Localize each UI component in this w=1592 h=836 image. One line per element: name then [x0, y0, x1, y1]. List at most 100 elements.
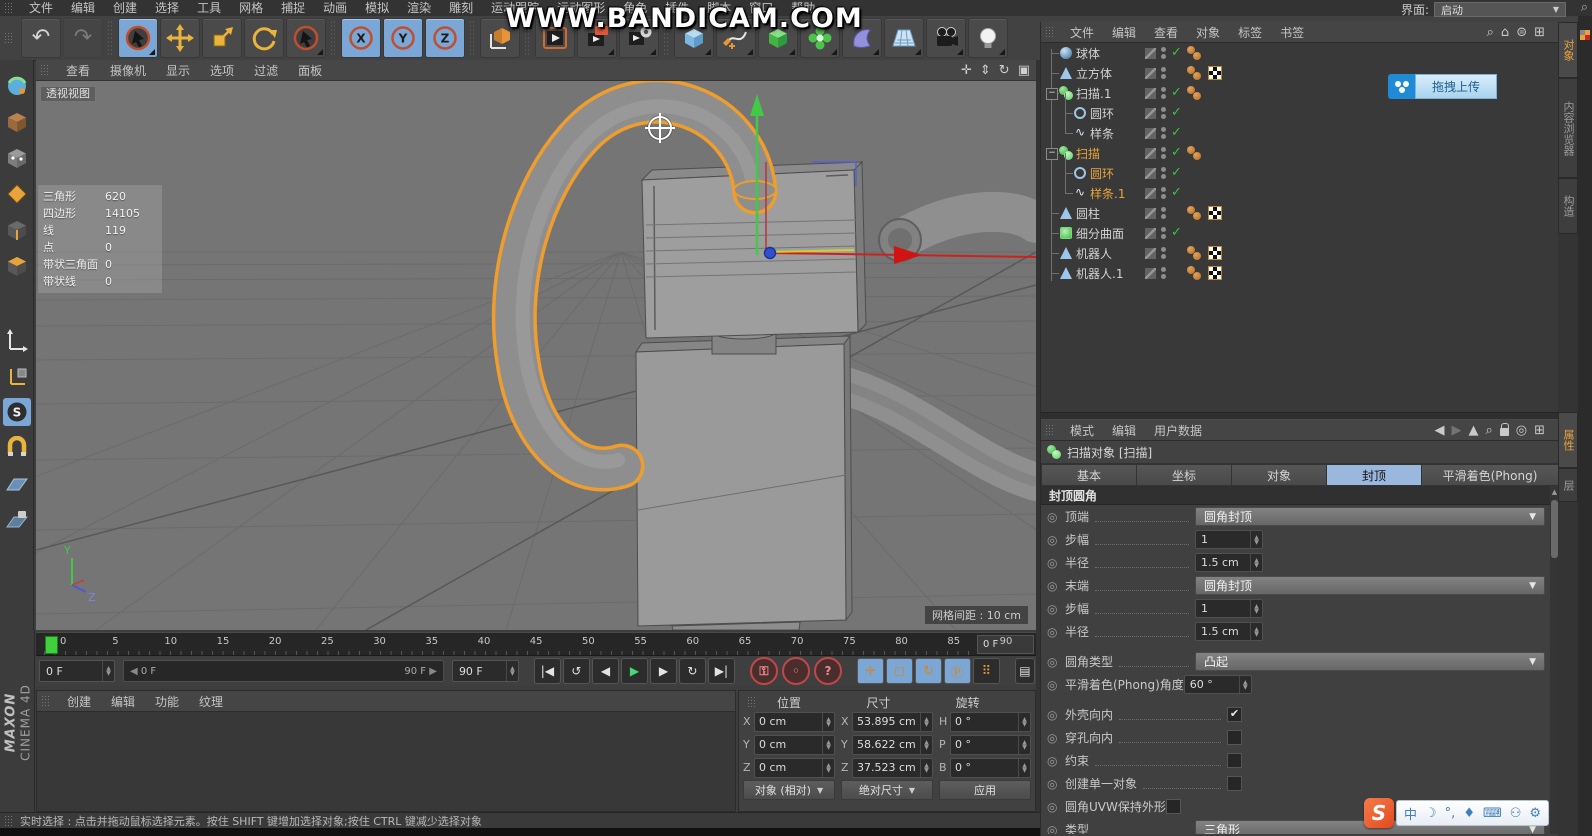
uvw-tag-icon[interactable]: [1208, 66, 1222, 80]
ime-user-icon[interactable]: ⚇: [1510, 806, 1522, 821]
drag-upload-overlay[interactable]: 拖拽上传: [1388, 74, 1497, 99]
visibility-dots[interactable]: [1161, 267, 1166, 279]
layer-palette-icon[interactable]: [1580, 30, 1590, 40]
phong-tag-icon[interactable]: [1187, 146, 1201, 160]
key-position-toggle[interactable]: ✛: [857, 658, 884, 684]
coord-value-field[interactable]: 0 °▲▼: [950, 735, 1031, 755]
record-keyframe-button[interactable]: ⚿: [750, 657, 778, 685]
track-knob-icon[interactable]: ◎: [1047, 708, 1065, 722]
object-row-机器人[interactable]: 机器人: [1041, 243, 1559, 263]
ime-moon-icon[interactable]: ☽: [1425, 806, 1437, 821]
object-row-细分曲面[interactable]: 细分曲面✓: [1041, 223, 1559, 243]
object-row-圆柱[interactable]: 圆柱: [1041, 203, 1559, 223]
coord-stepper[interactable]: ▲▼: [822, 713, 834, 731]
phong-tag-icon[interactable]: [1187, 266, 1201, 280]
phong-tag-icon[interactable]: [1187, 206, 1201, 220]
layer-chip[interactable]: [1145, 228, 1156, 239]
attr-checkbox-创建单一对象[interactable]: [1227, 776, 1242, 791]
pan-view-icon[interactable]: ✛: [961, 63, 972, 78]
side-tab-层[interactable]: 层: [1558, 468, 1578, 502]
current-frame-stepper[interactable]: ▲▼: [102, 661, 114, 681]
layer-chip[interactable]: [1145, 248, 1156, 259]
tab-平滑着色(Phong)[interactable]: 平滑着色(Phong): [1422, 464, 1559, 486]
coord-stepper[interactable]: ▲▼: [1018, 759, 1030, 777]
timeline-playhead[interactable]: [45, 636, 58, 654]
end-frame-field[interactable]: 90 F ▲▼: [452, 660, 519, 682]
object-row-圆环[interactable]: 圆环✓: [1041, 103, 1559, 123]
ime-tools-icon[interactable]: ⚙: [1529, 806, 1541, 821]
object-row-扫描[interactable]: −扫描✓: [1041, 143, 1559, 163]
light-button[interactable]: [968, 18, 1008, 58]
enable-check[interactable]: ✓: [1171, 85, 1182, 100]
am-lock-icon[interactable]: [1500, 428, 1509, 436]
selection-tool-button[interactable]: [286, 18, 326, 58]
move-tool-button[interactable]: [160, 18, 200, 58]
menu-文件[interactable]: 文件: [20, 1, 62, 15]
apply-button[interactable]: 应用: [939, 780, 1031, 800]
attr-checkbox-圆角UVW保持外形[interactable]: [1166, 799, 1181, 814]
object-row-机器人.1[interactable]: 机器人.1: [1041, 263, 1559, 283]
om-menu-编辑[interactable]: 编辑: [1103, 24, 1145, 41]
visibility-dots[interactable]: [1161, 187, 1166, 199]
lock-workplane-icon[interactable]: [3, 506, 31, 534]
object-axis-icon[interactable]: [3, 362, 31, 390]
coord-value-field[interactable]: 58.622 cm▲▼: [852, 735, 933, 755]
expand-toggle[interactable]: −: [1046, 88, 1058, 100]
timeline-layout-icon[interactable]: ▤: [1015, 658, 1035, 684]
previous-key-button[interactable]: ↺: [563, 658, 590, 684]
track-knob-icon[interactable]: ◎: [1047, 800, 1065, 814]
attr-select-末端[interactable]: 圆角封顶▼: [1195, 576, 1545, 595]
ime-mic-icon[interactable]: ♦: [1463, 806, 1475, 821]
viewport-canvas[interactable]: Y Z: [36, 80, 1036, 630]
redo-button[interactable]: ↷: [63, 18, 103, 58]
goto-start-button[interactable]: |◀: [534, 658, 561, 684]
keyframe-selection-button[interactable]: ?: [814, 657, 842, 685]
object-row-样条.1[interactable]: ∿样条.1✓: [1041, 183, 1559, 203]
attr-select-圆角类型[interactable]: 凸起▼: [1195, 652, 1545, 671]
end-frame-stepper[interactable]: ▲▼: [506, 661, 518, 681]
layer-chip[interactable]: [1145, 88, 1156, 99]
om-menu-书签[interactable]: 书签: [1271, 24, 1313, 41]
coord-value-field[interactable]: 0 cm▲▼: [754, 735, 835, 755]
layer-chip[interactable]: [1145, 268, 1156, 279]
visibility-dots[interactable]: [1161, 167, 1166, 179]
tab-封顶[interactable]: 封顶: [1327, 464, 1422, 486]
coord-stepper[interactable]: ▲▼: [822, 736, 834, 754]
track-knob-icon[interactable]: ◎: [1047, 678, 1065, 692]
om-filter-icon[interactable]: ⊜: [1516, 25, 1527, 40]
material-menu-编辑[interactable]: 编辑: [101, 693, 145, 710]
enable-snap-icon[interactable]: [3, 434, 31, 462]
om-add-icon[interactable]: ⊞: [1534, 25, 1545, 40]
track-knob-icon[interactable]: ◎: [1047, 777, 1065, 791]
visibility-dots[interactable]: [1161, 47, 1166, 59]
autokey-button[interactable]: ◦: [782, 657, 810, 685]
menu-模拟[interactable]: 模拟: [356, 1, 398, 15]
viewport-menu-查看[interactable]: 查看: [56, 62, 100, 79]
visibility-dots[interactable]: [1161, 67, 1166, 79]
layer-chip[interactable]: [1145, 148, 1156, 159]
previous-frame-button[interactable]: ◀: [592, 658, 619, 684]
viewport-menu-显示[interactable]: 显示: [156, 62, 200, 79]
model-mode-icon[interactable]: [3, 108, 31, 136]
interface-select[interactable]: 启动▼: [1434, 2, 1566, 17]
enable-check[interactable]: ✓: [1171, 45, 1182, 60]
viewport-solo-icon[interactable]: S: [3, 398, 31, 426]
panel-splitter[interactable]: [1041, 412, 1559, 420]
undo-button[interactable]: ↶: [21, 18, 61, 58]
phong-tag-icon[interactable]: [1187, 46, 1201, 60]
side-tab-属性[interactable]: 属性: [1558, 412, 1578, 468]
coord-mode-select[interactable]: 对象 (相对)▼: [743, 780, 835, 800]
edge-mode-icon[interactable]: [3, 216, 31, 244]
visibility-dots[interactable]: [1161, 87, 1166, 99]
layer-chip[interactable]: [1145, 208, 1156, 219]
phong-tag-icon[interactable]: [1187, 66, 1201, 80]
menu-网格[interactable]: 网格: [230, 1, 272, 15]
coord-value-field[interactable]: 0 cm▲▼: [754, 758, 835, 778]
object-row-样条[interactable]: ∿样条✓: [1041, 123, 1559, 143]
ime-keyboard-icon[interactable]: ⌨: [1483, 806, 1502, 821]
material-menu-创建[interactable]: 创建: [57, 693, 101, 710]
texture-mode-icon[interactable]: [3, 144, 31, 172]
om-search-icon[interactable]: ⌕: [1487, 25, 1494, 40]
side-tab-内容浏览器[interactable]: 内容浏览器: [1558, 78, 1578, 178]
point-mode-icon[interactable]: [3, 180, 31, 208]
